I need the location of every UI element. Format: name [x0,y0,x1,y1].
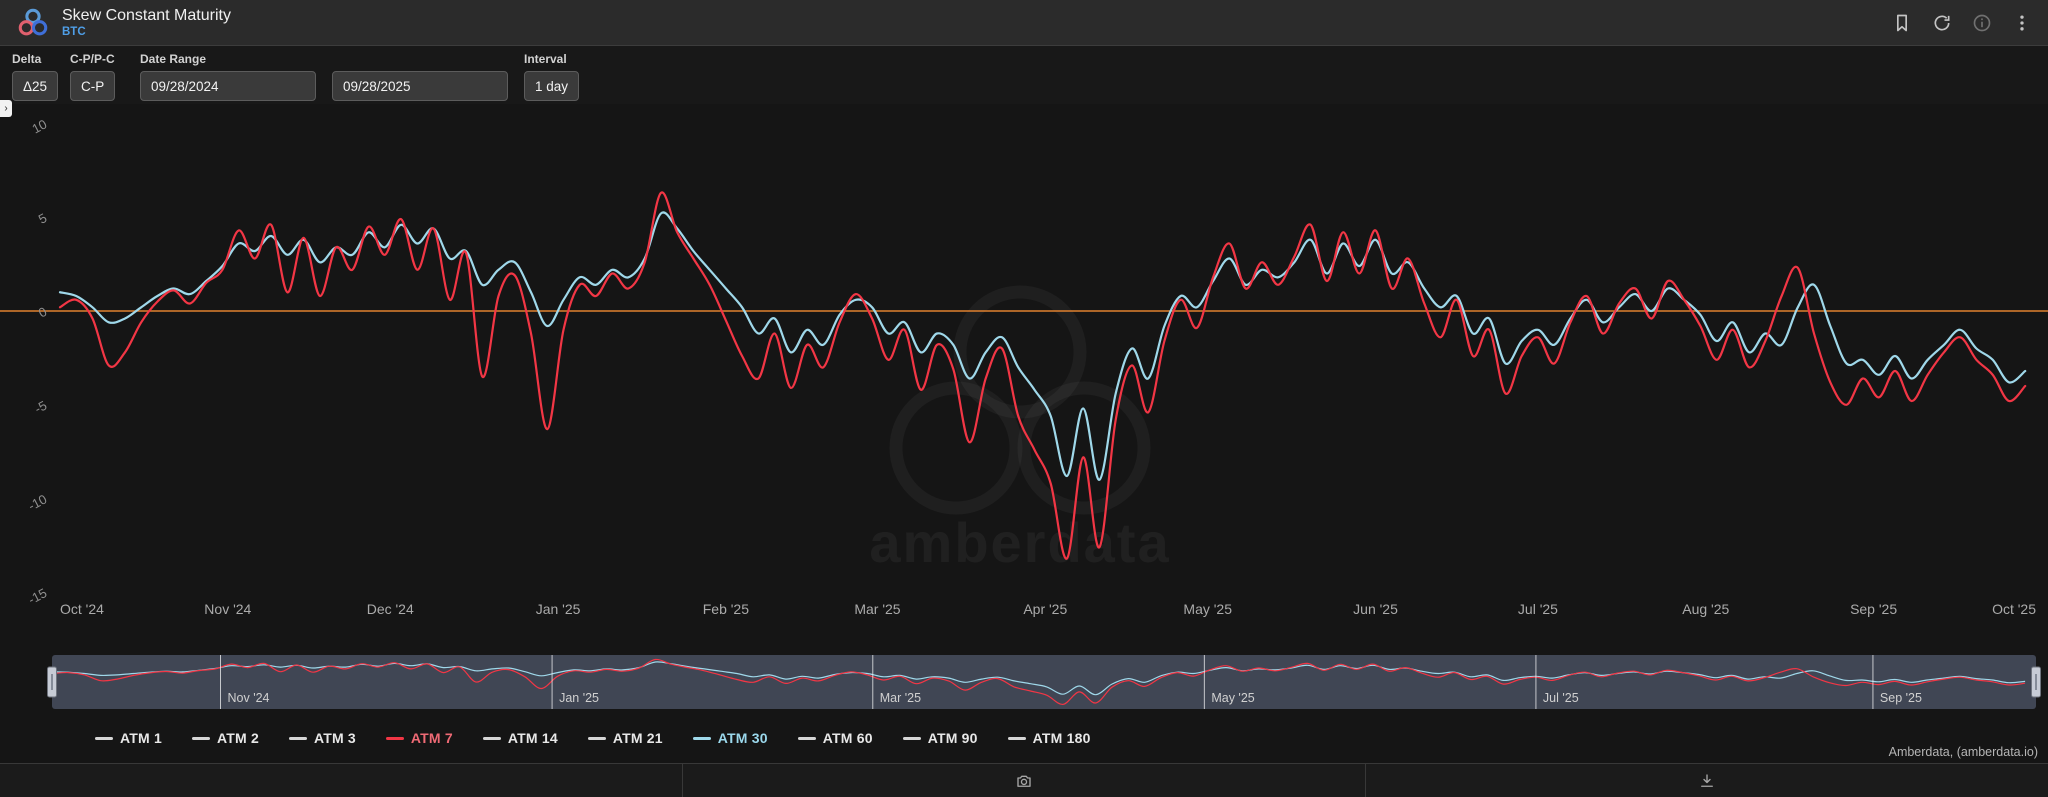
cp-pc-filter-group: C-P/P-C C-P [70,52,116,101]
navigator-month-label: Mar '25 [880,691,921,705]
delta-filter-label: Delta [12,52,42,66]
x-axis-label: Apr '25 [1023,601,1067,617]
header-bar: Skew Constant Maturity BTC [0,0,2048,46]
y-axis-label: 5 [36,210,49,227]
legend-label: ATM 90 [927,730,978,746]
y-axis-label: 0 [36,304,49,321]
bookmark-icon[interactable] [1892,13,1912,33]
interval-filter-group: Interval 1 day [524,52,580,101]
x-axis-label: Sep '25 [1850,601,1897,617]
legend-item-atm-14[interactable]: ATM 14 [482,730,558,746]
legend-marker [797,736,816,740]
x-axis-label: Jun '25 [1353,601,1398,617]
svg-text:amberdata: amberdata [869,511,1170,574]
attribution-text: Amberdata, (amberdata.io) [1888,745,2038,759]
date-range-filter-group: Date Range [140,52,508,101]
delta-filter-group: Delta Δ25 [12,52,59,101]
legend-marker [288,736,307,740]
download-button[interactable] [1365,764,2048,797]
cp-pc-select[interactable]: C-P [70,71,116,101]
asset-label: BTC [62,26,86,39]
series-legend: ATM 1 ATM 2 ATM 3 ATM 7 ATM 14 ATM 21 ATM 30 AT… [95,726,1091,750]
header-actions [1892,13,2032,33]
x-axis-label: Mar '25 [854,601,900,617]
header-titles: Skew Constant Maturity BTC [62,6,231,39]
panel-expand-handle[interactable]: › [0,100,12,117]
date-range-filter-label: Date Range [140,52,207,66]
kebab-menu-icon[interactable] [2012,13,2032,33]
legend-label: ATM 21 [612,730,663,746]
skew-constant-maturity-app: Skew Constant Maturity BTC Delta Δ25 C-P… [0,0,2048,797]
legend-item-atm-21[interactable]: ATM 21 [587,730,663,746]
x-axis-label: Feb '25 [703,601,749,617]
legend-marker [587,736,606,740]
filter-bar: Delta Δ25 C-P/P-C C-P Date Range Interva… [0,46,2048,104]
interval-filter-label: Interval [524,52,567,66]
y-axis-label: -15 [26,585,50,607]
legend-marker [385,736,404,740]
camera-icon [1017,775,1031,787]
legend-item-atm-60[interactable]: ATM 60 [797,730,873,746]
series-atm-30 [58,211,2027,481]
legend-label: ATM 14 [507,730,558,746]
legend-label: ATM 30 [717,730,768,746]
info-icon[interactable] [1972,13,1992,33]
series-atm-7 [58,191,2027,560]
legend-label: ATM 60 [822,730,873,746]
main-chart-canvas[interactable]: amberdata 10 5 0 -5 -10 -15 Oct '24 Nov '24 Dec '… [0,90,2048,645]
legend-item-atm-2[interactable]: ATM 2 [191,730,259,746]
interval-select[interactable]: 1 day [524,71,580,101]
end-date-input[interactable] [332,71,508,101]
legend-marker [692,736,711,740]
legend-item-atm-1[interactable]: ATM 1 [95,730,162,746]
navigator-month-label: Jul '25 [1543,691,1579,705]
legend-item-atm-3[interactable]: ATM 3 [288,730,356,746]
x-axis-label: Jul '25 [1518,601,1558,617]
start-date-input[interactable] [140,71,316,101]
navigator-brush[interactable]: Nov '24 Jan '25 Mar '25 May '25 Jul '25 Sep '… [0,652,2048,712]
legend-item-atm-30[interactable]: ATM 30 [692,730,768,746]
legend-label: ATM 7 [410,730,453,746]
navigator-month-label: May '25 [1211,691,1254,705]
x-axis-label: Dec '24 [367,601,414,617]
legend-label: ATM 2 [216,730,259,746]
navigator-month-label: Jan '25 [559,691,599,705]
navigator-track[interactable] [52,655,2036,709]
y-axis-label: 10 [29,116,49,136]
delta-select[interactable]: Δ25 [12,71,59,101]
download-icon [1701,773,1713,787]
screenshot-button[interactable] [682,764,1365,797]
amberdata-watermark: amberdata [869,285,1170,574]
navigator-month-label: Sep '25 [1880,691,1922,705]
legend-item-atm-90[interactable]: ATM 90 [902,730,978,746]
cp-pc-filter-label: C-P/P-C [70,52,115,66]
date-range-inputs [140,71,508,101]
page-title: Skew Constant Maturity [62,7,231,25]
legend-label: ATM 1 [120,730,162,746]
x-axis-label: May '25 [1183,601,1232,617]
y-axis-label: -10 [26,491,50,513]
legend-marker [482,736,501,740]
x-axis-label: Oct '25 [1992,601,2036,617]
legend-label: ATM 180 [1032,730,1091,746]
legend-item-atm-180[interactable]: ATM 180 [1007,730,1091,746]
x-axis-label: Oct '24 [60,601,104,617]
legend-item-atm-7[interactable]: ATM 7 [385,730,453,746]
toolbar-blank-button[interactable] [0,764,682,797]
x-axis-label: Nov '24 [204,601,251,617]
x-axis-label: Aug '25 [1682,601,1729,617]
y-axis-label: -5 [32,398,49,417]
legend-marker [1007,736,1026,740]
legend-marker [902,736,921,740]
legend-marker [95,736,113,740]
navigator-month-label: Nov '24 [228,691,270,705]
bottom-toolbar [0,763,2048,797]
legend-marker [191,736,210,740]
x-axis-label: Jan '25 [536,601,581,617]
amberdata-logo [18,8,48,35]
legend-label: ATM 3 [313,730,356,746]
refresh-icon[interactable] [1932,13,1952,33]
